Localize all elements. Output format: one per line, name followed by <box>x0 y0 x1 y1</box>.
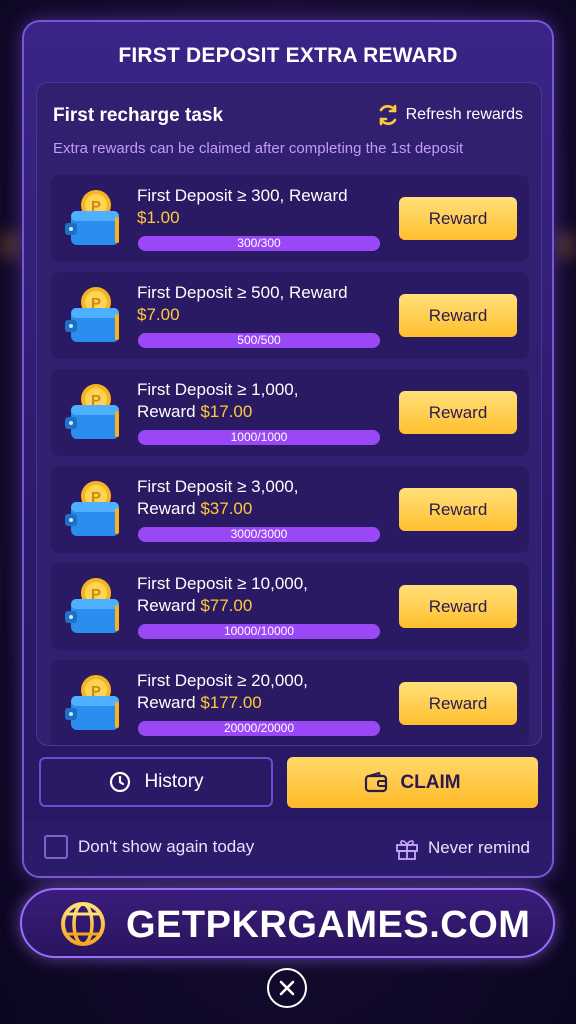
progress-text: 10000/10000 <box>223 624 295 638</box>
modal-footer: Don't show again today Never remind <box>24 820 552 876</box>
task-description: First Deposit ≥ 300, Reward $1.00 <box>137 185 387 229</box>
progress-bar: 300/300 <box>138 236 380 251</box>
background-glow <box>0 230 20 260</box>
dont-show-checkbox[interactable] <box>44 835 68 859</box>
task-line-1: First Deposit ≥ 300, Reward <box>137 186 348 205</box>
task-line-1: First Deposit ≥ 1,000, <box>137 380 299 399</box>
wallet-coin-icon: P <box>65 481 119 536</box>
task-description: First Deposit ≥ 3,000, Reward $37.00 <box>137 476 387 520</box>
task-row: P First Deposit ≥ 20,000, Reward $177.00 20… <box>51 660 529 745</box>
progress-text: 20000/20000 <box>223 721 295 735</box>
task-row: P First Deposit ≥ 500, Reward $7.00 500/500… <box>51 272 529 359</box>
close-button[interactable] <box>267 968 307 1008</box>
task-description: First Deposit ≥ 500, Reward $7.00 <box>137 282 387 326</box>
panel-title: First recharge task <box>53 105 224 126</box>
task-line-2-prefix: Reward <box>137 693 201 712</box>
refresh-rewards-button[interactable]: Refresh rewards <box>376 103 523 127</box>
globe-icon <box>61 902 105 946</box>
task-line-2-prefix: Reward <box>137 499 201 518</box>
never-remind-label: Never remind <box>427 838 530 857</box>
task-line-2-prefix: Reward <box>137 596 201 615</box>
clock-icon <box>110 771 131 793</box>
reward-amount: $37.00 <box>200 499 253 518</box>
reward-button[interactable]: Reward <box>399 294 517 337</box>
progress-text: 1000/1000 <box>230 430 288 444</box>
first-deposit-modal: FIRST DEPOSIT EXTRA REWARD First recharg… <box>22 20 554 878</box>
progress-bar: 10000/10000 <box>138 624 380 639</box>
dont-show-label: Don't show again today <box>78 837 255 856</box>
progress-bar: 3000/3000 <box>138 527 380 542</box>
wallet-icon <box>365 771 388 792</box>
task-description: First Deposit ≥ 20,000, Reward $177.00 <box>137 670 387 714</box>
banner-text: GETPKRGAMES.COM <box>126 904 531 946</box>
history-button[interactable]: History <box>39 757 273 807</box>
history-label: History <box>144 771 204 792</box>
refresh-label: Refresh rewards <box>405 106 523 123</box>
claim-button[interactable]: CLAIM <box>287 757 538 808</box>
reward-amount: $177.00 <box>200 693 262 712</box>
close-icon <box>279 980 295 996</box>
progress-bar: 1000/1000 <box>138 430 380 445</box>
task-line-1: First Deposit ≥ 10,000, <box>137 574 308 593</box>
task-row: P First Deposit ≥ 300, Reward $1.00 300/300… <box>51 175 529 262</box>
task-description: First Deposit ≥ 10,000, Reward $77.00 <box>137 573 387 617</box>
panel-subtitle: Extra rewards can be claimed after compl… <box>53 140 464 157</box>
site-banner[interactable]: GETPKRGAMES.COM <box>20 888 555 958</box>
reward-amount: $77.00 <box>200 596 253 615</box>
task-list: P First Deposit ≥ 300, Reward $1.00 300/300… <box>51 175 529 745</box>
task-line-1: First Deposit ≥ 20,000, <box>137 671 308 690</box>
task-line-2-prefix: Reward <box>137 402 201 421</box>
recharge-task-panel: First recharge task Refresh rewards Extr… <box>36 82 542 746</box>
background-glow <box>556 230 576 260</box>
gift-icon <box>396 840 418 860</box>
never-remind-button[interactable]: Never remind <box>394 835 530 861</box>
reward-amount: $1.00 <box>137 208 180 227</box>
reward-button[interactable]: Reward <box>399 488 517 531</box>
progress-text: 500/500 <box>237 333 281 347</box>
progress-text: 3000/3000 <box>230 527 288 541</box>
modal-title: FIRST DEPOSIT EXTRA REWARD <box>118 44 458 67</box>
wallet-coin-icon: P <box>65 675 119 730</box>
claim-label: CLAIM <box>400 771 461 793</box>
task-row: P First Deposit ≥ 1,000, Reward $17.00 1000… <box>51 369 529 456</box>
progress-text: 300/300 <box>237 236 281 250</box>
refresh-icon <box>379 104 396 126</box>
dont-show-again-toggle[interactable]: Don't show again today <box>44 835 254 859</box>
task-line-1: First Deposit ≥ 3,000, <box>137 477 299 496</box>
reward-amount: $7.00 <box>137 305 180 324</box>
reward-button[interactable]: Reward <box>399 585 517 628</box>
task-line-1: First Deposit ≥ 500, Reward <box>137 283 348 302</box>
progress-bar: 500/500 <box>138 333 380 348</box>
reward-button[interactable]: Reward <box>399 682 517 725</box>
wallet-coin-icon: P <box>65 190 119 245</box>
task-row: P First Deposit ≥ 10,000, Reward $77.00 100… <box>51 563 529 650</box>
wallet-coin-icon: P <box>65 287 119 342</box>
reward-button[interactable]: Reward <box>399 391 517 434</box>
wallet-coin-icon: P <box>65 578 119 633</box>
reward-button[interactable]: Reward <box>399 197 517 240</box>
wallet-coin-icon: P <box>65 384 119 439</box>
progress-bar: 20000/20000 <box>138 721 380 736</box>
task-description: First Deposit ≥ 1,000, Reward $17.00 <box>137 379 387 423</box>
reward-amount: $17.00 <box>200 402 253 421</box>
task-row: P First Deposit ≥ 3,000, Reward $37.00 3000… <box>51 466 529 553</box>
